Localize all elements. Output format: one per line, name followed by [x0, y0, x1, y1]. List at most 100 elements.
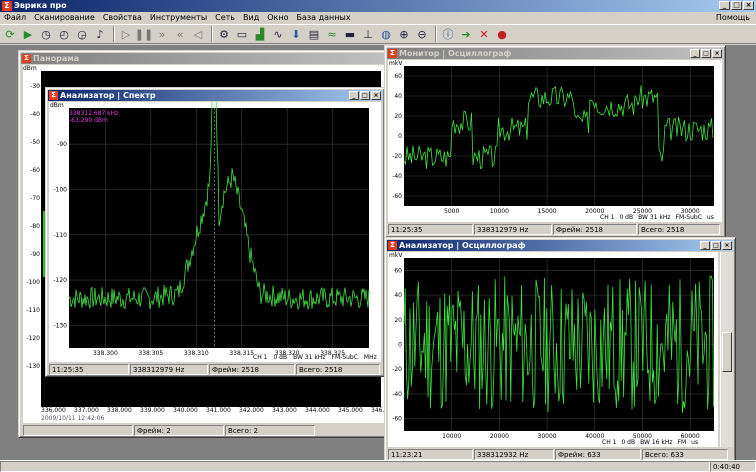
- panorama-x-tick: 343.000: [272, 407, 297, 414]
- y-tick-label: 60: [394, 267, 402, 274]
- spectrum-chart[interactable]: 338.300 338.305 338.310 338.315 338.320 338.3…: [49, 102, 381, 362]
- zoom-out-icon[interactable]: ⊖: [414, 26, 430, 42]
- oscilloscope-icon[interactable]: ≈: [324, 26, 340, 42]
- monitor-frequency: 338312979 Hz: [474, 224, 552, 235]
- spectrum-icon[interactable]: ∿: [270, 26, 286, 42]
- window-icon[interactable]: ▭: [234, 26, 250, 42]
- spectrum-window[interactable]: Σ Анализатор | Спектр _ □ × dBm 338.300 3…: [45, 87, 385, 377]
- analyzer-osc-title: Анализатор | Осциллограф: [399, 241, 526, 250]
- panorama-y-tick: -120: [26, 335, 40, 342]
- pause-icon[interactable]: ❚❚: [135, 26, 153, 42]
- menu-scan[interactable]: Сканирование: [30, 12, 99, 23]
- monitor-time: 11:25:35: [388, 224, 473, 235]
- monitor-close-button[interactable]: ×: [712, 49, 722, 58]
- panorama-x-tick: 341.000: [206, 407, 231, 414]
- analyzer-osc-chart[interactable]: 6040200-20-40-6010000 20000 30000 40000 5000…: [388, 252, 718, 447]
- info-icon[interactable]: ⓘ: [440, 26, 456, 42]
- monitor-window[interactable]: Σ Монитор | Осциллограф _ □ × mkV 60 40 20…: [384, 45, 726, 238]
- minimize-button[interactable]: _: [719, 1, 730, 10]
- settings-icon[interactable]: ⚙: [216, 26, 232, 42]
- spectrum-plot[interactable]: dBm 338.300 338.305 338.310 338.315 338.320 3…: [49, 102, 381, 362]
- panorama-y-tick: -60: [30, 167, 40, 174]
- analyzer-osc-gain: 0 dB: [621, 439, 636, 446]
- spectrum-minimize-button[interactable]: _: [349, 91, 359, 100]
- x-tick-label: 338.310: [184, 350, 209, 357]
- x-tick-label: 338.315: [229, 350, 254, 357]
- antenna-icon[interactable]: ⊥: [360, 26, 376, 42]
- chart-icon[interactable]: ▟: [252, 26, 268, 42]
- panorama-title-bar[interactable]: Σ Панорама: [21, 53, 387, 64]
- menu-file[interactable]: Файл: [0, 12, 30, 23]
- close-icon[interactable]: ✕: [476, 26, 492, 42]
- play-icon[interactable]: ▶: [20, 26, 36, 42]
- display-icon[interactable]: ▬: [342, 26, 358, 42]
- y-tick-label: -20: [392, 366, 402, 373]
- menu-help[interactable]: Помощь: [712, 12, 754, 23]
- analyzer-osc-time: 11:23:21: [388, 449, 473, 460]
- history-icon[interactable]: ◴: [56, 26, 72, 42]
- analyzer-osc-mode: FM: [677, 439, 687, 446]
- microphone-icon[interactable]: ♪: [92, 26, 108, 42]
- fast-forward-icon[interactable]: »: [154, 26, 170, 42]
- y-tick-label: 0: [398, 342, 402, 349]
- timer-icon[interactable]: ◶: [74, 26, 90, 42]
- zoom-in-icon[interactable]: ⊕: [396, 26, 412, 42]
- menu-bar: Файл Сканирование Свойства Инструменты С…: [0, 12, 756, 23]
- analyzer-osc-title-bar[interactable]: Σ Анализатор | Осциллограф _ □ ×: [387, 240, 733, 251]
- monitor-maximize-button[interactable]: □: [701, 49, 711, 58]
- status-clock: 0:40:40: [710, 461, 756, 472]
- menu-window[interactable]: Окно: [263, 12, 292, 23]
- menu-database[interactable]: База данных: [293, 12, 355, 23]
- menu-tools[interactable]: Инструменты: [146, 12, 211, 23]
- x-tick-label: 10000: [490, 208, 509, 215]
- spectrum-frequency: 338312979 Hz: [130, 364, 208, 375]
- arrow-icon[interactable]: ➔: [458, 26, 474, 42]
- refresh-icon[interactable]: ⟳: [2, 26, 18, 42]
- rewind-icon[interactable]: «: [172, 26, 188, 42]
- monitor-title-bar[interactable]: Σ Монитор | Осциллограф _ □ ×: [387, 48, 723, 59]
- x-tick-label: 10000: [442, 433, 461, 440]
- window-logo-icon: Σ: [49, 91, 58, 100]
- y-tick-label: 0: [398, 133, 402, 140]
- spectrum-maximize-button[interactable]: □: [360, 91, 370, 100]
- stopwatch-icon[interactable]: ◷: [38, 26, 54, 42]
- monitor-plot[interactable]: mkV 60 40 20 0 -20 -40 -60 5000 10000 15000 20000 2…: [388, 60, 722, 222]
- app-title: Эврика про: [14, 1, 67, 10]
- y-tick-label: -130: [53, 322, 67, 329]
- panorama-x-tick: 340.000: [173, 407, 198, 414]
- spectrum-close-button[interactable]: ×: [371, 91, 381, 100]
- globe-icon[interactable]: ◍: [378, 26, 394, 42]
- analyzer-osc-scrollbar[interactable]: [720, 252, 733, 447]
- spectrum-title: Анализатор | Спектр: [60, 91, 156, 100]
- toolbar-separator: [113, 26, 115, 42]
- scrollbar-thumb[interactable]: [722, 332, 732, 372]
- back-icon[interactable]: ◁: [190, 26, 206, 42]
- analyzer-osc-minimize-button[interactable]: _: [700, 241, 710, 250]
- x-tick-label: 5000: [444, 208, 459, 215]
- monitor-chart[interactable]: 6040200-20-40-605000 10000 15000 20000 25000…: [388, 60, 722, 222]
- maximize-button[interactable]: □: [731, 1, 742, 10]
- toolbar-separator: [435, 26, 437, 42]
- scan-icon[interactable]: ▤: [306, 26, 322, 42]
- analyzer-osc-plot[interactable]: mkV 60 40 20 0 -20 -40 -60 10000 20000 30000 40000…: [388, 252, 718, 447]
- spectrum-total: Всего: 2518: [296, 364, 380, 375]
- spectrum-title-bar[interactable]: Σ Анализатор | Спектр _ □ ×: [48, 90, 382, 101]
- panorama-y-tick: -70: [30, 195, 40, 202]
- window-logo-icon: Σ: [388, 241, 397, 250]
- download-icon[interactable]: ⬇: [288, 26, 304, 42]
- analyzer-osc-close-button[interactable]: ×: [722, 241, 732, 250]
- analyzer-osc-xunit: us: [691, 439, 699, 446]
- record-icon[interactable]: ●: [494, 26, 510, 42]
- menu-view[interactable]: Вид: [239, 12, 263, 23]
- close-button[interactable]: ×: [743, 1, 754, 10]
- panorama-status-empty: [23, 425, 133, 436]
- menu-network[interactable]: Сеть: [211, 12, 239, 23]
- monitor-gain: 0 dB: [619, 214, 634, 221]
- monitor-minimize-button[interactable]: _: [690, 49, 700, 58]
- step-forward-icon[interactable]: ▷: [118, 26, 134, 42]
- analyzer-osc-maximize-button[interactable]: □: [711, 241, 721, 250]
- analyzer-osc-window[interactable]: Σ Анализатор | Осциллограф _ □ × mkV 60 4…: [384, 237, 736, 462]
- monitor-title: Монитор | Осциллограф: [399, 49, 512, 58]
- spectrum-frame: Фрейм: 2518: [209, 364, 295, 375]
- menu-properties[interactable]: Свойства: [99, 12, 146, 23]
